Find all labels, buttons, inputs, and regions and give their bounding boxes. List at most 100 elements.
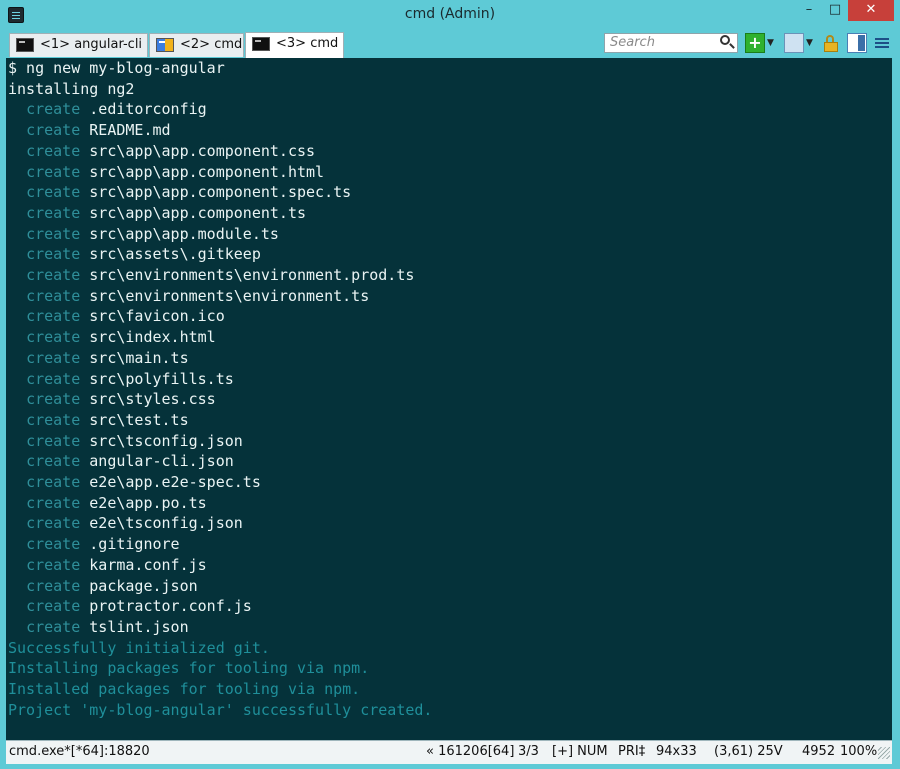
created-file-path: src\app\app.component.html <box>89 163 325 181</box>
search-icon[interactable] <box>720 35 730 45</box>
status-size[interactable]: 94x33 <box>656 741 697 763</box>
created-file-path: src\polyfills.ts <box>89 370 234 388</box>
created-file-path: src\app\app.module.ts <box>89 225 279 243</box>
window-list-icon[interactable] <box>784 33 804 53</box>
create-line: create src\polyfills.ts <box>8 369 234 390</box>
split-panel-icon[interactable] <box>847 33 867 53</box>
create-line: create src\app\app.component.spec.ts <box>8 182 351 203</box>
create-line: create src\environments\environment.ts <box>8 286 369 307</box>
create-keyword: create <box>26 514 81 532</box>
console-output[interactable]: $ ng new my-blog-angular installing ng2 … <box>6 58 892 740</box>
create-line: create src\styles.css <box>8 389 216 410</box>
resize-grip-icon[interactable] <box>878 747 890 759</box>
create-line: create package.json <box>8 576 198 597</box>
create-keyword: create <box>26 307 81 325</box>
tab-angular-cli[interactable]: <1> angular-cli <box>9 33 148 57</box>
create-keyword: create <box>26 328 81 346</box>
create-keyword: create <box>26 432 81 450</box>
create-keyword: create <box>26 287 81 305</box>
status-message-line: Successfully initialized git. <box>8 639 270 657</box>
minimize-button[interactable]: – <box>796 0 822 21</box>
status-process[interactable]: cmd.exe*[*64]:18820 <box>9 741 150 763</box>
create-line: create .editorconfig <box>8 99 207 120</box>
created-file-path: .editorconfig <box>89 100 207 118</box>
status-message-line: Installing packages for tooling via npm. <box>8 659 370 677</box>
create-keyword: create <box>26 556 81 574</box>
tab-label: <3> cmd <box>276 36 339 51</box>
create-keyword: create <box>26 142 81 160</box>
tab-cmd-2[interactable]: <2> cmd <box>149 33 244 57</box>
create-line: create src\app\app.component.ts <box>8 203 306 224</box>
create-line: create src\app\app.component.html <box>8 162 324 183</box>
create-line: create src\tsconfig.json <box>8 431 243 452</box>
created-file-path: src\app\app.component.spec.ts <box>89 183 352 201</box>
created-file-path: src\app\app.component.ts <box>89 204 307 222</box>
create-line: create protractor.conf.js <box>8 596 252 617</box>
status-pid[interactable]: 4952 <box>802 741 835 763</box>
created-file-path: tslint.json <box>89 618 189 636</box>
window-list-dropdown-icon[interactable]: ▼ <box>806 33 816 53</box>
create-line: create src\test.ts <box>8 410 189 431</box>
created-file-path: src\tsconfig.json <box>89 432 243 450</box>
create-keyword: create <box>26 473 81 491</box>
create-line: create src\main.ts <box>8 348 189 369</box>
create-line: create src\app\app.module.ts <box>8 224 279 245</box>
create-line: create .gitignore <box>8 534 180 555</box>
tab-label: <2> cmd <box>180 37 243 52</box>
tab-label: <1> angular-cli <box>40 37 143 52</box>
status-console-index[interactable]: 3/3 <box>518 741 539 763</box>
created-file-path: src\environments\environment.prod.ts <box>89 266 415 284</box>
status-priority[interactable]: PRI‡ <box>618 741 645 763</box>
create-line: create src\assets\.gitkeep <box>8 244 261 265</box>
title-bar[interactable]: cmd (Admin) – □ ✕ <box>0 0 900 30</box>
created-file-path: README.md <box>89 121 171 139</box>
created-file-path: src\assets\.gitkeep <box>89 245 261 263</box>
create-keyword: create <box>26 266 81 284</box>
create-line: create angular-cli.json <box>8 451 234 472</box>
new-console-dropdown-icon[interactable]: ▼ <box>767 33 777 53</box>
created-file-path: karma.conf.js <box>89 556 207 574</box>
create-keyword: create <box>26 535 81 553</box>
create-keyword: create <box>26 100 81 118</box>
create-keyword: create <box>26 390 81 408</box>
status-zoom[interactable]: 100% <box>840 741 877 763</box>
hamburger-menu-icon[interactable] <box>872 33 892 53</box>
created-file-path: package.json <box>89 577 198 595</box>
status-message-line: Installed packages for tooling via npm. <box>8 680 361 698</box>
create-keyword: create <box>26 225 81 243</box>
create-line: create src\favicon.ico <box>8 306 225 327</box>
create-line: create README.md <box>8 120 171 141</box>
create-keyword: create <box>26 245 81 263</box>
created-file-path: src\app\app.component.css <box>89 142 316 160</box>
conemu-window: cmd (Admin) – □ ✕ <1> angular-cli <2> cm… <box>0 0 900 769</box>
window-title: cmd (Admin) <box>404 6 496 22</box>
created-file-path: e2e\tsconfig.json <box>89 514 243 532</box>
status-bar: cmd.exe*[*64]:18820 « 161206[64] 3/3 [+]… <box>6 740 892 764</box>
create-line: create e2e\app.e2e-spec.ts <box>8 472 261 493</box>
create-keyword: create <box>26 121 81 139</box>
search-input[interactable]: Search <box>604 33 738 53</box>
status-keys[interactable]: [+] NUM <box>552 741 608 763</box>
create-line: create e2e\tsconfig.json <box>8 513 243 534</box>
create-keyword: create <box>26 349 81 367</box>
create-keyword: create <box>26 163 81 181</box>
status-cursor[interactable]: (3,61) 25V <box>714 741 783 763</box>
created-file-path: src\test.ts <box>89 411 189 429</box>
create-keyword: create <box>26 204 81 222</box>
create-keyword: create <box>26 183 81 201</box>
create-keyword: create <box>26 370 81 388</box>
created-file-path: src\main.ts <box>89 349 189 367</box>
lock-icon[interactable] <box>822 33 842 53</box>
create-keyword: create <box>26 452 81 470</box>
new-console-button[interactable]: + <box>745 33 765 53</box>
created-file-path: e2e\app.po.ts <box>89 494 207 512</box>
create-line: create src\app\app.component.css <box>8 141 315 162</box>
maximize-button[interactable]: □ <box>822 0 848 21</box>
tab-cmd-3[interactable]: <3> cmd <box>245 32 344 58</box>
console-icon <box>16 38 34 52</box>
console-icon <box>252 37 270 51</box>
close-button[interactable]: ✕ <box>848 0 894 21</box>
create-line: create src\environments\environment.prod… <box>8 265 414 286</box>
create-keyword: create <box>26 494 81 512</box>
status-build[interactable]: « 161206[64] <box>426 741 514 763</box>
